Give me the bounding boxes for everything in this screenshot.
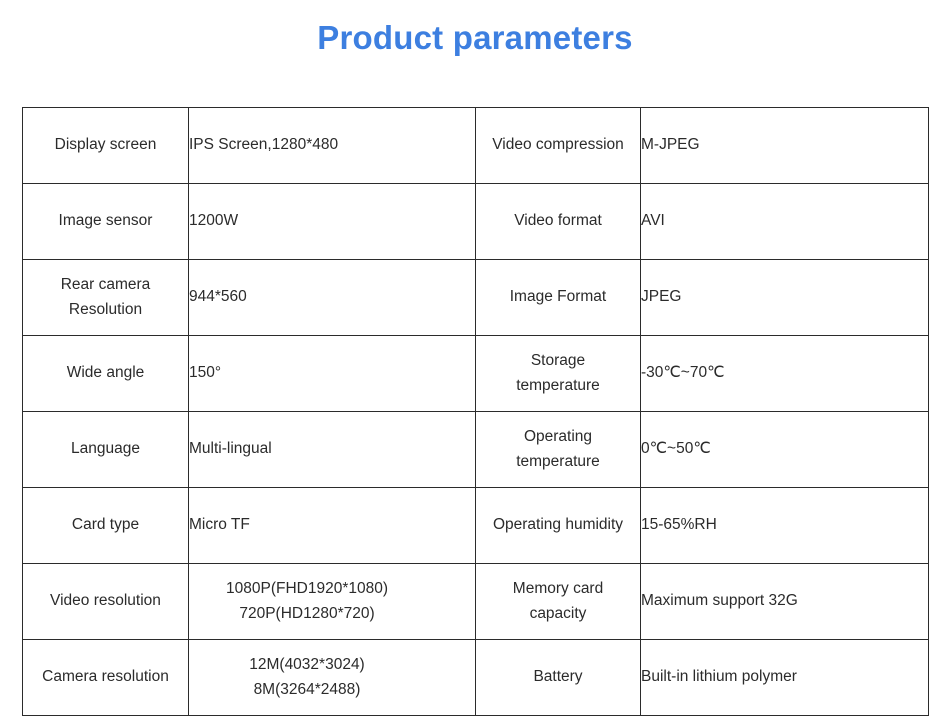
param-value: M-JPEG — [640, 107, 929, 184]
page-title: Product parameters — [317, 19, 633, 56]
product-parameters-page: Product parameters Display screen IPS Sc… — [0, 0, 950, 716]
table-row: Camera resolution 12M(4032*3024) 8M(3264… — [22, 639, 929, 716]
param-label-line-1: Storage — [530, 352, 586, 370]
param-value-line-1: 12M(4032*3024) — [249, 656, 365, 674]
param-value-line-2: 8M(3264*2488) — [253, 680, 361, 698]
param-value-line-2: 720P(HD1280*720) — [239, 604, 375, 622]
param-label: Video format — [475, 183, 641, 260]
param-label: Storage temperature — [475, 335, 641, 412]
param-value: -30℃~70℃ — [640, 335, 929, 412]
product-parameters-table: Display screen IPS Screen,1280*480 Video… — [22, 107, 929, 716]
param-value-lines: 12M(4032*3024) 8M(3264*2488) — [190, 653, 475, 701]
title-bar: Product parameters — [0, 19, 950, 56]
param-label: Display screen — [22, 107, 189, 184]
param-value: Maximum support 32G — [640, 563, 929, 640]
param-label: Operating temperature — [475, 411, 641, 488]
param-label: Memory card capacity — [475, 563, 641, 640]
param-value: IPS Screen,1280*480 — [188, 107, 476, 184]
table-row: Rear camera Resolution 944*560 Image For… — [22, 259, 929, 336]
param-value: Built-in lithium polymer — [640, 639, 929, 716]
param-value: AVI — [640, 183, 929, 260]
param-label-line-1: Memory card — [512, 580, 604, 598]
param-label-lines: Operating temperature — [477, 425, 640, 473]
param-label-line-2: capacity — [529, 604, 587, 622]
param-label: Video compression — [475, 107, 641, 184]
param-value: 1080P(FHD1920*1080) 720P(HD1280*720) — [188, 563, 476, 640]
table-row: Wide angle 150° Storage temperature -30℃… — [22, 335, 929, 412]
param-label: Rear camera Resolution — [22, 259, 189, 336]
param-value: 944*560 — [188, 259, 476, 336]
spec-table-container: Display screen IPS Screen,1280*480 Video… — [22, 107, 929, 716]
param-value-lines: 1080P(FHD1920*1080) 720P(HD1280*720) — [190, 577, 475, 625]
table-row: Image sensor 1200W Video format AVI — [22, 183, 929, 260]
param-value: Multi-lingual — [188, 411, 476, 488]
param-label: Wide angle — [22, 335, 189, 412]
param-label-line-1: Operating — [523, 428, 593, 446]
param-label: Battery — [475, 639, 641, 716]
param-label-line-1: Rear camera — [60, 276, 151, 294]
param-value: JPEG — [640, 259, 929, 336]
param-label: Video resolution — [22, 563, 189, 640]
param-value: 12M(4032*3024) 8M(3264*2488) — [188, 639, 476, 716]
param-label-lines: Rear camera Resolution — [24, 273, 188, 321]
param-label: Image sensor — [22, 183, 189, 260]
param-label: Image Format — [475, 259, 641, 336]
param-label-lines: Storage temperature — [477, 349, 640, 397]
param-label: Language — [22, 411, 189, 488]
param-label-lines: Memory card capacity — [477, 577, 640, 625]
param-value: Micro TF — [188, 487, 476, 564]
param-value: 15-65%RH — [640, 487, 929, 564]
table-row: Display screen IPS Screen,1280*480 Video… — [22, 107, 929, 184]
param-value-line-1: 1080P(FHD1920*1080) — [226, 580, 388, 598]
param-value: 150° — [188, 335, 476, 412]
param-label: Card type — [22, 487, 189, 564]
param-label-line-2: temperature — [516, 452, 600, 470]
param-value: 1200W — [188, 183, 476, 260]
table-row: Video resolution 1080P(FHD1920*1080) 720… — [22, 563, 929, 640]
table-row: Card type Micro TF Operating humidity 15… — [22, 487, 929, 564]
param-label: Operating humidity — [475, 487, 641, 564]
table-row: Language Multi-lingual Operating tempera… — [22, 411, 929, 488]
param-label-line-2: temperature — [516, 376, 600, 394]
param-value: 0℃~50℃ — [640, 411, 929, 488]
param-label-line-2: Resolution — [68, 300, 143, 318]
param-label: Camera resolution — [22, 639, 189, 716]
